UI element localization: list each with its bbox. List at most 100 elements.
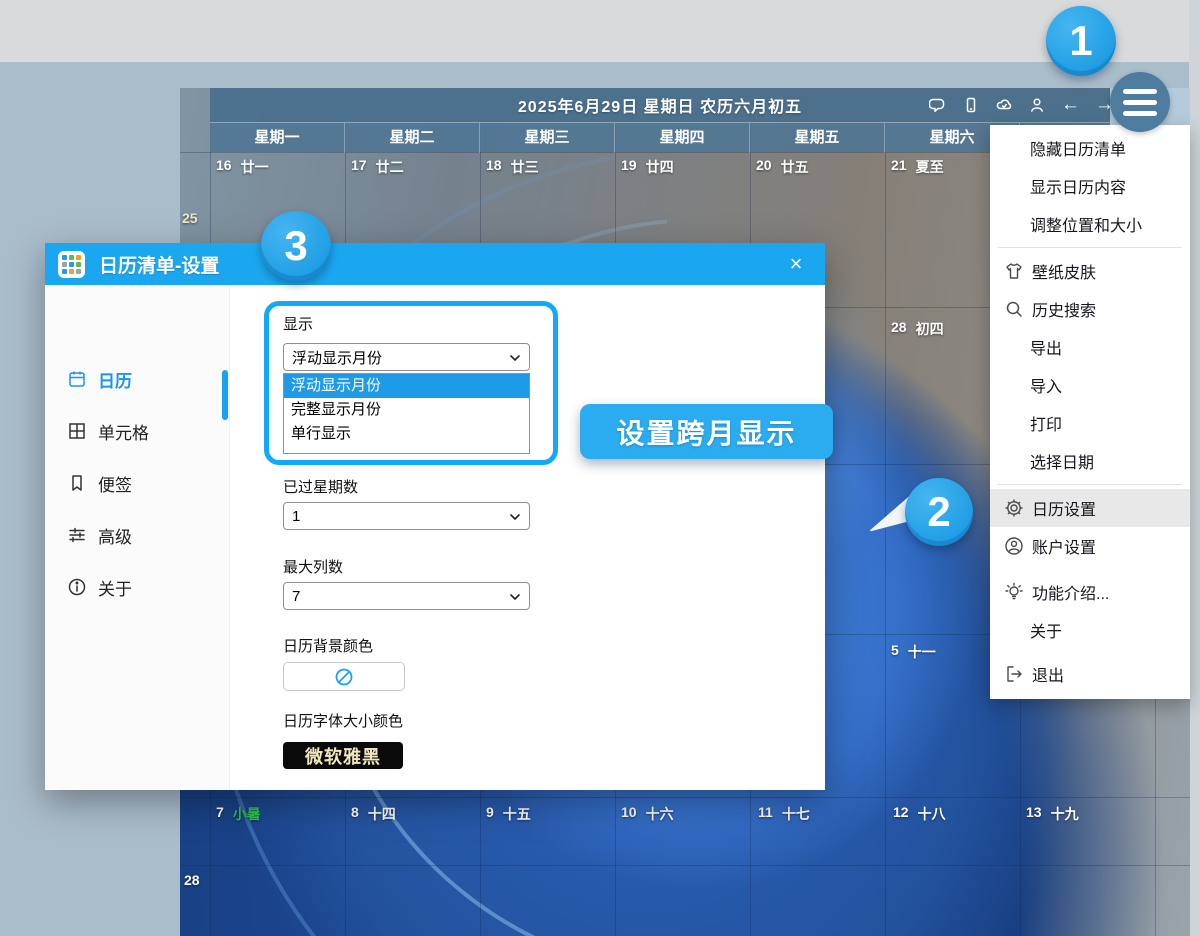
menu-item-hide-list[interactable]: 隐藏日历清单: [990, 129, 1190, 167]
edge-date: 28: [184, 872, 200, 888]
menu-item-account-settings[interactable]: 账户设置: [990, 527, 1190, 565]
active-tab-indicator: [222, 370, 228, 420]
user-icon[interactable]: [1028, 96, 1046, 114]
weeks-passed-select[interactable]: 1: [283, 502, 530, 530]
app-icon-tile: [76, 255, 81, 260]
date-cell[interactable]: 11十七: [758, 804, 810, 824]
edge-date: 25: [182, 210, 198, 226]
grid-line: [180, 797, 1190, 798]
search-icon: [1004, 299, 1024, 319]
menu-button[interactable]: [1110, 72, 1170, 132]
grid-line: [180, 865, 1190, 866]
dialog-titlebar: 日历清单-设置 ×: [45, 243, 825, 285]
font-button[interactable]: 微软雅黑: [283, 742, 403, 769]
settings-dialog: 日历清单-设置 × 日历 单元格 便签 高级 关于 显示 浮动显: [45, 243, 825, 790]
option-single-row[interactable]: 单行显示: [284, 422, 529, 446]
chevron-down-icon: [509, 591, 521, 603]
bg-color-button[interactable]: [283, 662, 405, 691]
option-full-month[interactable]: 完整显示月份: [284, 398, 529, 422]
badge-step-3: 3: [261, 211, 331, 281]
sliders-icon: [67, 525, 87, 545]
date-cell[interactable]: 12十八: [893, 804, 946, 824]
desktop: 2025年6月29日 星期日 农历六月初五 ← → 星期一 星期二 星期三 星期…: [0, 0, 1200, 936]
callout-cross-month: 设置跨月显示: [580, 404, 833, 459]
app-icon-tile: [69, 262, 74, 267]
weekday-label: 星期三: [480, 123, 615, 153]
bulb-icon: [1004, 582, 1024, 602]
app-icon-tile: [76, 269, 81, 274]
no-color-icon: [334, 667, 354, 687]
app-icon-tile: [69, 255, 74, 260]
date-cell[interactable]: 10十六: [621, 804, 674, 824]
date-cell[interactable]: 21夏至: [891, 157, 944, 177]
account-icon: [1004, 536, 1024, 556]
gear-icon: [1004, 498, 1024, 518]
menu-item-pick-date[interactable]: 选择日期: [990, 442, 1190, 480]
badge-step-2: 2: [905, 478, 973, 546]
weeks-passed-label: 已过星期数: [283, 476, 358, 497]
weekday-label: 星期五: [750, 123, 885, 153]
menu-item-import[interactable]: 导入: [990, 366, 1190, 404]
menu-item-print[interactable]: 打印: [990, 404, 1190, 442]
sidebar-item-notes[interactable]: 便签: [45, 457, 229, 509]
sidebar-item-cell[interactable]: 单元格: [45, 405, 229, 457]
menu-item-wallpaper-skin[interactable]: 壁纸皮肤: [990, 252, 1190, 290]
date-cell[interactable]: 9十五: [486, 804, 531, 824]
menu-separator: [998, 484, 1182, 485]
date-cell[interactable]: 5十一: [891, 642, 936, 662]
menu-item-calendar-settings[interactable]: 日历设置: [990, 489, 1190, 527]
date-cell[interactable]: 20廿五: [756, 157, 809, 177]
top-strip: [0, 0, 1200, 62]
calendar-icon: [67, 369, 87, 389]
date-cell[interactable]: 17廿二: [351, 157, 404, 177]
date-cell[interactable]: 8十四: [351, 804, 396, 824]
weekday-label: 星期四: [615, 123, 750, 153]
current-date-text: 2025年6月29日 星期日 农历六月初五: [518, 93, 802, 117]
menu-item-export[interactable]: 导出: [990, 328, 1190, 366]
back-arrow-icon[interactable]: ←: [1061, 96, 1080, 114]
info-icon: [67, 577, 87, 597]
date-cell[interactable]: 18廿三: [486, 157, 539, 177]
menu-item-show-content[interactable]: 显示日历内容: [990, 167, 1190, 205]
grid-icon: [67, 421, 87, 441]
chat-icon[interactable]: [929, 96, 947, 114]
bookmark-icon: [67, 473, 87, 493]
max-columns-select[interactable]: 7: [283, 582, 530, 610]
close-button[interactable]: ×: [779, 243, 813, 285]
display-option-list: 浮动显示月份 完整显示月份 单行显示: [283, 373, 530, 454]
chevron-down-icon: [509, 352, 521, 364]
sidebar-item-advanced[interactable]: 高级: [45, 509, 229, 561]
menu-item-exit[interactable]: 退出: [990, 655, 1190, 693]
menu-item-feature-intro[interactable]: 功能介绍...: [990, 573, 1190, 611]
menu-item-adjust-position[interactable]: 调整位置和大小: [990, 205, 1190, 243]
exit-icon: [1004, 664, 1024, 684]
menu-item-about[interactable]: 关于: [990, 611, 1190, 649]
app-icon: [58, 251, 85, 278]
sidebar-item-about[interactable]: 关于: [45, 561, 229, 613]
date-cell[interactable]: 13十九: [1026, 804, 1079, 824]
option-floating-month[interactable]: 浮动显示月份: [284, 374, 529, 398]
badge-step-1: 1: [1046, 6, 1116, 76]
dialog-title: 日历清单-设置: [99, 251, 219, 278]
app-icon-tile: [76, 262, 81, 267]
display-label: 显示: [283, 313, 313, 334]
date-cell[interactable]: 7小暑: [216, 804, 261, 824]
context-menu: 隐藏日历清单 显示日历内容 调整位置和大小 壁纸皮肤 历史搜索 导出 导入 打印…: [990, 125, 1190, 699]
weekday-label: 星期一: [210, 123, 345, 153]
bg-color-label: 日历背景颜色: [283, 635, 373, 656]
header-icons: ← →: [929, 88, 1116, 122]
phone-icon[interactable]: [962, 96, 980, 114]
cloud-icon[interactable]: [995, 96, 1013, 114]
menu-item-history-search[interactable]: 历史搜索: [990, 290, 1190, 328]
menu-icon: [1123, 100, 1157, 105]
date-cell[interactable]: 16廿一: [216, 157, 269, 177]
sidebar-item-calendar[interactable]: 日历: [45, 353, 229, 405]
menu-icon: [1123, 111, 1157, 116]
menu-separator: [998, 247, 1182, 248]
shirt-icon: [1004, 261, 1024, 281]
date-cell[interactable]: 19廿四: [621, 157, 674, 177]
chevron-down-icon: [509, 511, 521, 523]
date-cell[interactable]: 28初四: [891, 319, 944, 339]
menu-icon: [1123, 89, 1157, 94]
display-select[interactable]: 浮动显示月份: [283, 343, 530, 371]
